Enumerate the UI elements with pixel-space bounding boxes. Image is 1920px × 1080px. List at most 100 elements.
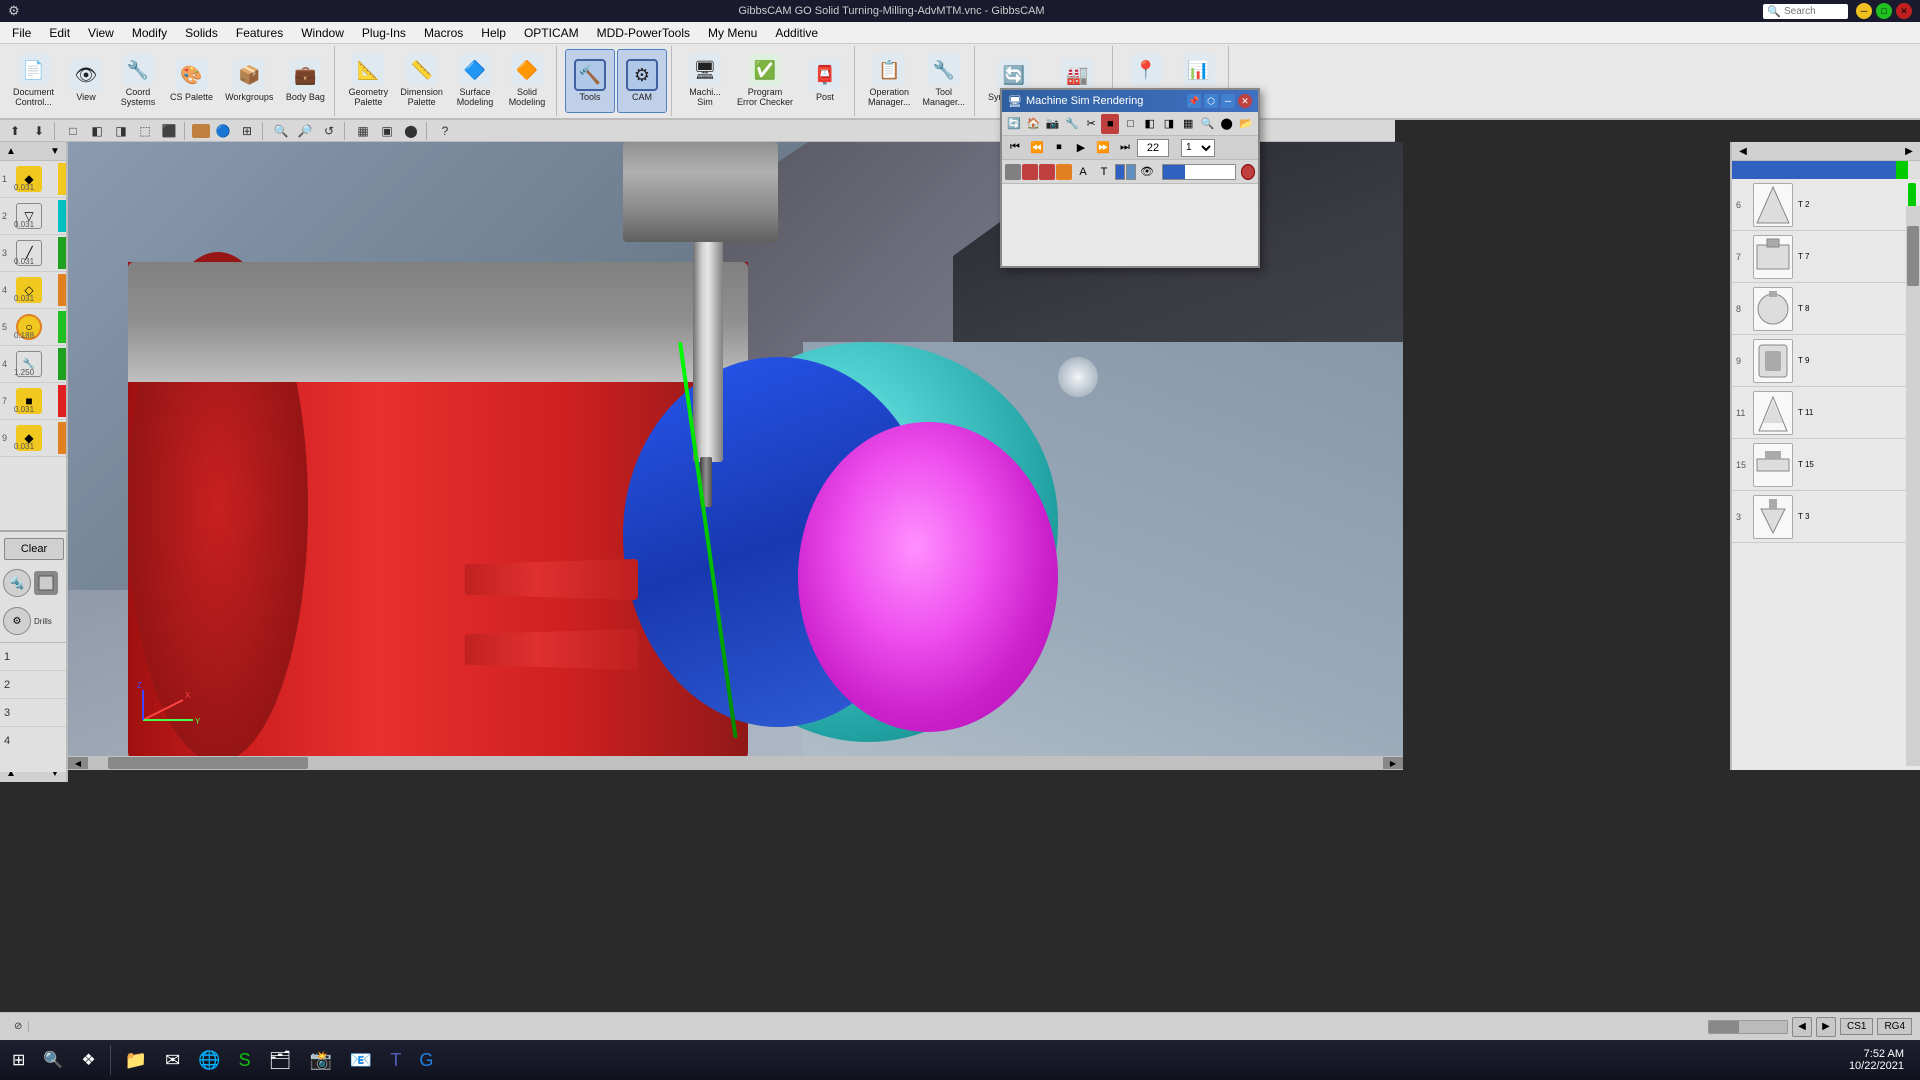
msim-view4[interactable]: ▦ (1179, 114, 1197, 134)
msim-speed-select[interactable]: 12510 (1181, 139, 1215, 157)
menu-view[interactable]: View (80, 24, 122, 42)
menu-file[interactable]: File (4, 24, 39, 42)
tool-error-checker[interactable]: ✅ ProgramError Checker (732, 49, 798, 113)
tool-coord-systems[interactable]: 🔧 CoordSystems (113, 49, 163, 113)
right-panel-scrollbar[interactable] (1906, 206, 1920, 766)
tool-workgroups[interactable]: 📦 Workgroups (220, 49, 278, 113)
tb2-view4[interactable]: ⬚ (134, 121, 156, 141)
tb2-shade[interactable]: 🔵 (212, 121, 234, 141)
msim-close-button[interactable]: ✕ (1238, 94, 1252, 108)
maximize-button[interactable]: □ (1876, 3, 1892, 19)
tool-dimension-palette[interactable]: 📏 DimensionPalette (395, 49, 448, 113)
menu-mymenu[interactable]: My Menu (700, 24, 765, 42)
msim-eye-btn[interactable]: 👁 (1137, 162, 1157, 182)
lp-down-arrow[interactable]: ▼ (44, 142, 66, 160)
tool-post[interactable]: 📮 Post (800, 49, 850, 113)
list-item[interactable]: 5 ○ 0.188 (0, 309, 66, 346)
bolt-button[interactable]: 🔩 (3, 569, 31, 597)
taskbar-app1[interactable]: S (231, 1042, 259, 1078)
tool-row-t2[interactable]: 6 T 2 (1732, 179, 1920, 231)
secondary-btn[interactable] (34, 571, 58, 595)
tb2-view5[interactable]: ⬛ (158, 121, 180, 141)
msim-view5[interactable]: 🔍 (1198, 114, 1216, 134)
taskbar-edge[interactable]: 🌐 (190, 1042, 228, 1078)
tb2-help[interactable]: ? (434, 121, 456, 141)
rp-right-arrow[interactable]: ▶ (1898, 142, 1920, 160)
msim-view7[interactable]: 📂 (1237, 114, 1255, 134)
taskbar-app2[interactable]: 🗂 (261, 1042, 300, 1078)
status-nav-right[interactable]: ▶ (1816, 1017, 1836, 1037)
msim-color1[interactable] (1005, 164, 1021, 180)
msim-rewind[interactable]: ⏪ (1027, 138, 1047, 158)
tool-solid-modeling[interactable]: 🔶 SolidModeling (502, 49, 552, 113)
tool-row-t8[interactable]: 8 T 8 (1732, 283, 1920, 335)
msim-color3[interactable] (1039, 164, 1055, 180)
tool-document-control[interactable]: 📄 DocumentControl... (8, 49, 59, 113)
tool-view[interactable]: 👁 View (61, 49, 111, 113)
list-item[interactable]: 4 🔧 1.250 (0, 346, 66, 383)
menu-plugins[interactable]: Plug-Ins (354, 24, 414, 42)
tb2-nav2[interactable]: ⬇ (28, 121, 50, 141)
msim-view3[interactable]: ◨ (1160, 114, 1178, 134)
menu-features[interactable]: Features (228, 24, 291, 42)
msim-view6[interactable]: ⬤ (1218, 114, 1236, 134)
minimize-button[interactable]: ─ (1856, 3, 1872, 19)
tb2-nav1[interactable]: ⬆ (4, 121, 26, 141)
msim-view1[interactable]: □ (1121, 114, 1139, 134)
menu-window[interactable]: Window (293, 24, 352, 42)
msim-detach-button[interactable]: ⬡ (1204, 94, 1218, 108)
menu-macros[interactable]: Macros (416, 24, 471, 42)
tool-surface-modeling[interactable]: 🔷 SurfaceModeling (450, 49, 500, 113)
tool-row-t15[interactable]: 15 T 15 (1732, 439, 1920, 491)
close-button[interactable]: ✕ (1896, 3, 1912, 19)
tb2-render3[interactable]: ⬤ (400, 121, 422, 141)
msim-play-next[interactable]: ⏭ (1115, 138, 1135, 158)
list-item[interactable]: 1 ◆ 0.031 (0, 161, 66, 198)
taskbar-clock[interactable]: 7:52 AM 10/22/2021 (1849, 1048, 1916, 1072)
msim-tool1[interactable]: 🔄 (1005, 114, 1023, 134)
right-panel-scroll-thumb[interactable] (1907, 226, 1919, 286)
tb2-view3[interactable]: ◨ (110, 121, 132, 141)
list-item[interactable]: 3 ╱ 0.031 (0, 235, 66, 272)
msim-stop-dot[interactable] (1241, 164, 1255, 180)
taskbar-search[interactable]: 🔍 (35, 1042, 71, 1078)
rp-left-arrow[interactable]: ◀ (1732, 142, 1754, 160)
tool-row-t11[interactable]: 11 T 11 (1732, 387, 1920, 439)
msim-alpha-btn[interactable]: A (1073, 162, 1093, 182)
tb2-grid[interactable]: ⊞ (236, 121, 258, 141)
menu-modify[interactable]: Modify (124, 24, 175, 42)
hscroll-left[interactable]: ◀ (68, 757, 88, 769)
msim-tool3[interactable]: 📷 (1043, 114, 1061, 134)
tool-tools[interactable]: 🔨 Tools (565, 49, 615, 113)
search-box[interactable]: 🔍 (1763, 4, 1848, 19)
tb2-render2[interactable]: ▣ (376, 121, 398, 141)
msim-stop[interactable]: ⏹ (1049, 138, 1069, 158)
tool-row-t3[interactable]: 3 T 3 (1732, 491, 1920, 543)
tb2-view2[interactable]: ◧ (86, 121, 108, 141)
tool-body-bag[interactable]: 💼 Body Bag (280, 49, 330, 113)
msim-view2[interactable]: ◧ (1141, 114, 1159, 134)
taskbar-teams[interactable]: T (382, 1042, 409, 1078)
msim-frame-input[interactable] (1137, 139, 1169, 157)
list-item[interactable]: 2 ▽ 0.031 (0, 198, 66, 235)
msim-tool5[interactable]: ✂ (1082, 114, 1100, 134)
tb2-zoom1[interactable]: 🔍 (270, 121, 292, 141)
msim-tool2[interactable]: 🏠 (1024, 114, 1042, 134)
menu-opticam[interactable]: OPTICAM (516, 24, 587, 42)
viewport-h-scrollbar[interactable]: ◀ ▶ (68, 756, 1403, 770)
msim-color4[interactable] (1056, 164, 1072, 180)
msim-ff[interactable]: ⏩ (1093, 138, 1113, 158)
tool-cam[interactable]: ⚙ CAM (617, 49, 667, 113)
msim-minimize-button[interactable]: ─ (1221, 94, 1235, 108)
menu-additive[interactable]: Additive (767, 24, 826, 42)
msim-play[interactable]: ▶ (1071, 138, 1091, 158)
tool-geometry-palette[interactable]: 📐 GeometryPalette (343, 49, 393, 113)
tb2-zoom2[interactable]: 🔎 (294, 121, 316, 141)
taskbar-file-explorer[interactable]: 📁 (117, 1042, 155, 1078)
taskbar-start[interactable]: ⊞ (4, 1042, 33, 1078)
tool-machine-sim[interactable]: 🖥 Machi...Sim (680, 49, 730, 113)
tool-tool-manager[interactable]: 🔧 ToolManager... (918, 49, 971, 113)
taskbar-mail[interactable]: ✉ (157, 1042, 188, 1078)
lp-up-arrow[interactable]: ▲ (0, 142, 22, 160)
clear-button[interactable]: Clear (4, 538, 64, 560)
